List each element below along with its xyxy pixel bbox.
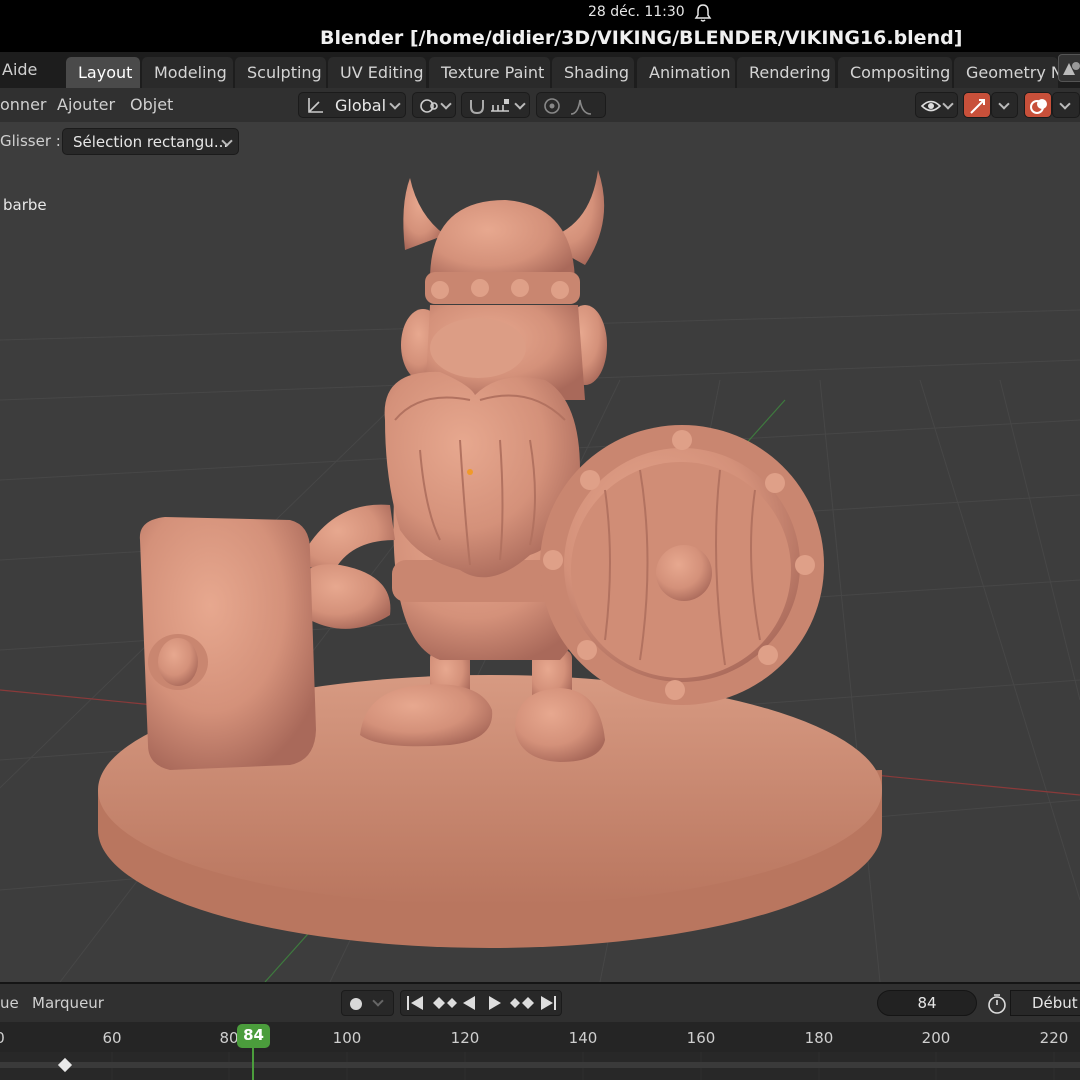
- tab-rendering[interactable]: Rendering: [737, 57, 835, 88]
- tab-layout[interactable]: Layout: [66, 57, 140, 88]
- scene-selector-icon[interactable]: [1058, 54, 1080, 82]
- menu-add[interactable]: Ajouter: [57, 95, 115, 114]
- gizmo-toggle[interactable]: [963, 92, 991, 118]
- prev-keyframe-icon[interactable]: [433, 997, 457, 1009]
- ruler-tick: 140: [568, 1029, 598, 1047]
- active-object-label: barbe: [3, 196, 47, 214]
- play-reverse-icon[interactable]: [463, 996, 475, 1010]
- ruler-tick: 60: [102, 1029, 122, 1047]
- pivot-icon: [420, 99, 438, 113]
- tab-texture-paint[interactable]: Texture Paint: [429, 57, 550, 88]
- orientation-label: Global: [335, 96, 387, 115]
- viewport-header: onner Ajouter Objet Global: [0, 88, 1080, 122]
- chevron-down-icon: [942, 98, 954, 110]
- start-frame-field[interactable]: Début: [1010, 990, 1080, 1016]
- tab-compositing[interactable]: Compositing: [838, 57, 952, 88]
- menu-help[interactable]: Aide: [2, 60, 37, 79]
- tab-modeling[interactable]: Modeling: [142, 57, 233, 88]
- falloff-curve-icon: [570, 99, 592, 115]
- tab-uv-editing[interactable]: UV Editing: [328, 57, 426, 88]
- chevron-down-icon: [998, 98, 1010, 110]
- play-icon[interactable]: [489, 996, 501, 1010]
- drag-mode-value: Sélection rectangu...: [73, 133, 229, 151]
- playhead-frame[interactable]: 84: [237, 1024, 270, 1048]
- menu-select[interactable]: onner: [0, 95, 47, 114]
- ruler-tick: 100: [332, 1029, 362, 1047]
- magnet-icon: [470, 100, 484, 115]
- overlays-icon: [1030, 99, 1047, 114]
- ruler-tick: 220: [1039, 1029, 1069, 1047]
- drag-label: Glisser :: [0, 132, 61, 150]
- 3d-viewport[interactable]: barbe: [0, 160, 1080, 982]
- chevron-down-icon: [440, 98, 452, 110]
- chevron-down-icon: [514, 98, 526, 110]
- gizmo-dropdown[interactable]: [991, 92, 1018, 118]
- proportional-editing-group[interactable]: [536, 92, 606, 118]
- chevron-down-icon: [1059, 98, 1071, 110]
- overlays-dropdown[interactable]: [1052, 92, 1080, 118]
- visibility-dropdown[interactable]: [915, 92, 958, 118]
- snapping-dropdown[interactable]: [461, 92, 530, 118]
- tab-sculpting[interactable]: Sculpting: [235, 57, 326, 88]
- next-keyframe-icon[interactable]: [510, 997, 534, 1009]
- chevron-down-icon: [372, 995, 384, 1007]
- window-title: Blender [/home/didier/3D/VIKING/BLENDER/…: [320, 27, 963, 49]
- jump-end-icon[interactable]: [541, 996, 556, 1010]
- auto-keying-group[interactable]: [341, 990, 394, 1016]
- stopwatch-icon[interactable]: [985, 992, 1009, 1016]
- current-frame-field[interactable]: 84: [877, 990, 977, 1016]
- system-top-bar: 28 déc. 11:30: [0, 0, 1080, 26]
- shield[interactable]: [540, 425, 824, 705]
- playback-controls: [400, 990, 562, 1016]
- tab-shading[interactable]: Shading: [552, 57, 634, 88]
- snap-increment-icon: [491, 99, 509, 112]
- ruler-tick: 0: [0, 1029, 5, 1047]
- viking-head[interactable]: [401, 170, 607, 400]
- ruler-tick: 200: [921, 1029, 951, 1047]
- tab-geometry-nodes[interactable]: Geometry N: [954, 57, 1058, 88]
- timeline-editor: ue Marqueur 84 Début 0 60 80 100 120: [0, 982, 1080, 1080]
- proportional-editing-icon: [544, 98, 560, 114]
- jump-start-icon[interactable]: [407, 996, 423, 1010]
- pivot-point-dropdown[interactable]: [412, 92, 456, 118]
- transform-orientation-dropdown[interactable]: Global: [298, 92, 406, 118]
- ruler-tick: 120: [450, 1029, 480, 1047]
- eye-icon: [920, 100, 942, 112]
- window-titlebar: Blender [/home/didier/3D/VIKING/BLENDER/…: [0, 26, 1080, 52]
- menu-marker[interactable]: Marqueur: [32, 994, 104, 1012]
- record-icon: [350, 998, 362, 1010]
- orientation-axes-icon: [308, 98, 323, 113]
- viking-arm[interactable]: [300, 504, 395, 629]
- menu-object[interactable]: Objet: [130, 95, 173, 114]
- ruler-tick: 80: [219, 1029, 239, 1047]
- notification-bell-icon[interactable]: [694, 3, 712, 23]
- keyframe-track[interactable]: [0, 1052, 1080, 1080]
- object-origin-icon: [467, 469, 473, 475]
- workspace-tabs-bar: Aide Layout Modeling Sculpting UV Editin…: [0, 52, 1080, 88]
- system-clock[interactable]: 28 déc. 11:30: [588, 4, 685, 20]
- tab-animation[interactable]: Animation: [637, 57, 735, 88]
- frame-ruler[interactable]: 0 60 80 100 120 140 160 180 200 220: [0, 1022, 1080, 1052]
- hammer[interactable]: [139, 517, 316, 770]
- ruler-tick: 180: [804, 1029, 834, 1047]
- ruler-tick: 160: [686, 1029, 716, 1047]
- tool-settings-bar: Glisser : Sélection rectangu...: [0, 122, 1080, 160]
- viewport-scene[interactable]: [0, 160, 1080, 982]
- menu-view[interactable]: ue: [0, 994, 19, 1012]
- timeline-header: ue Marqueur 84 Début: [0, 984, 1080, 1022]
- gizmo-icon: [970, 99, 985, 114]
- overlays-toggle[interactable]: [1024, 92, 1052, 118]
- chevron-down-icon: [389, 98, 401, 110]
- drag-mode-dropdown[interactable]: Sélection rectangu...: [62, 128, 239, 155]
